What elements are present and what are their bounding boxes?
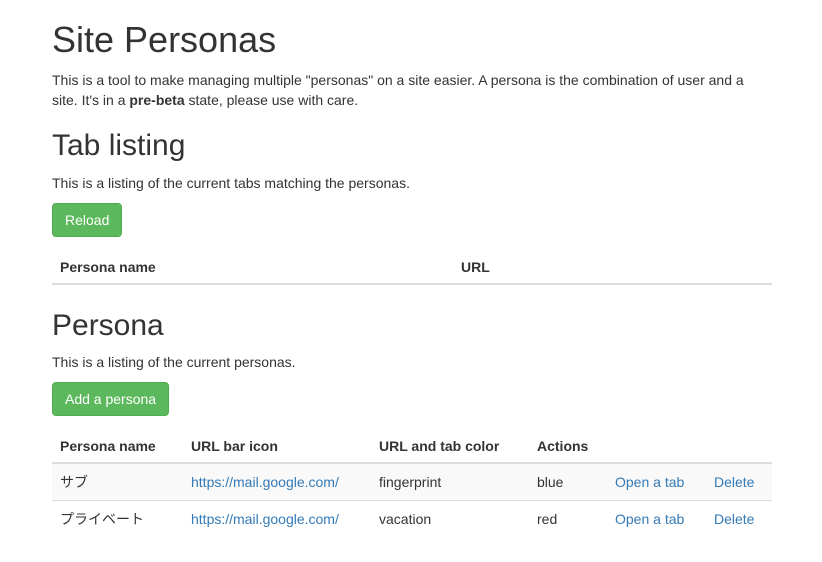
- column-header-delete: [706, 430, 772, 464]
- delete-cell: Delete: [706, 500, 772, 537]
- url-bar-icon-cell: vacation: [371, 500, 529, 537]
- reload-button[interactable]: Reload: [52, 203, 123, 237]
- table-row: プライベート https://mail.google.com/ vacation…: [52, 500, 772, 537]
- tab-listing-description: This is a listing of the current tabs ma…: [52, 175, 410, 191]
- column-header-url-bar-icon: URL bar icon: [183, 430, 371, 464]
- table-header-row: Persona name URL: [52, 251, 772, 285]
- open-tab-cell: Open a tab: [607, 462, 706, 501]
- column-header-actions: Actions: [529, 430, 607, 464]
- delete-link[interactable]: Delete: [714, 474, 754, 490]
- intro-paragraph: This is a tool to make managing multiple…: [52, 70, 772, 110]
- tab-color-cell: blue: [529, 462, 607, 501]
- intro-bold: pre-beta: [129, 92, 185, 109]
- persona-heading: Persona: [52, 309, 164, 342]
- table-header-row: Persona name URL bar icon URL and tab co…: [52, 430, 772, 464]
- persona-url-link[interactable]: https://mail.google.com/: [191, 474, 339, 490]
- url-cell: https://mail.google.com/: [183, 462, 371, 501]
- column-header-persona-name: Persona name: [52, 251, 453, 285]
- table-row: サブ https://mail.google.com/ fingerprint …: [52, 462, 772, 501]
- add-persona-button[interactable]: Add a persona: [52, 382, 170, 416]
- persona-name-cell: サブ: [52, 462, 183, 501]
- column-header-persona-name: Persona name: [52, 430, 183, 464]
- column-header-open: [607, 430, 706, 464]
- column-header-url: URL: [453, 251, 772, 285]
- persona-name-cell: プライベート: [52, 500, 183, 537]
- persona-table: Persona name URL bar icon URL and tab co…: [52, 430, 772, 537]
- persona-description: This is a listing of the current persona…: [52, 354, 296, 370]
- tab-color-cell: red: [529, 500, 607, 537]
- page-title: Site Personas: [52, 19, 277, 60]
- persona-url-link[interactable]: https://mail.google.com/: [191, 511, 339, 527]
- column-header-url-tab-color: URL and tab color: [371, 430, 529, 464]
- url-cell: https://mail.google.com/: [183, 500, 371, 537]
- delete-cell: Delete: [706, 462, 772, 501]
- url-bar-icon-cell: fingerprint: [371, 462, 529, 501]
- open-tab-link[interactable]: Open a tab: [615, 511, 684, 527]
- delete-link[interactable]: Delete: [714, 511, 754, 527]
- open-tab-link[interactable]: Open a tab: [615, 474, 684, 490]
- tab-listing-table: Persona name URL: [52, 251, 772, 285]
- intro-text-end: state, please use with care.: [184, 92, 359, 109]
- tab-listing-heading: Tab listing: [52, 129, 186, 162]
- open-tab-cell: Open a tab: [607, 500, 706, 537]
